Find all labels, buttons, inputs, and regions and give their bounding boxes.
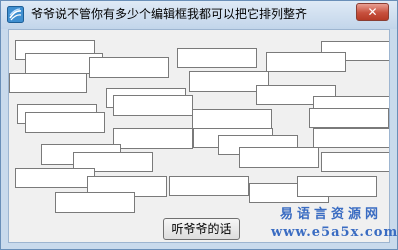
edit-box[interactable]	[313, 128, 389, 148]
edit-box[interactable]	[169, 176, 249, 196]
edit-box[interactable]	[297, 176, 377, 197]
edit-box[interactable]	[321, 152, 389, 172]
edit-box[interactable]	[113, 95, 193, 116]
edit-box[interactable]	[192, 109, 272, 129]
edit-box[interactable]	[309, 108, 389, 128]
main-window: 爷爷说不管你有多少个编辑框我都可以把它排列整齐 ✕ 听爷爷的话 易语言资源网 w…	[0, 0, 398, 250]
title-bar[interactable]: 爷爷说不管你有多少个编辑框我都可以把它排列整齐 ✕	[1, 1, 397, 29]
close-icon: ✕	[367, 5, 378, 19]
watermark-url: www.e5a5x.com	[271, 225, 398, 240]
edit-box[interactable]	[266, 52, 346, 72]
close-button[interactable]: ✕	[356, 3, 389, 21]
site-watermark: 易语言资源网 www.e5a5x.com	[271, 206, 398, 242]
edit-box[interactable]	[9, 73, 87, 93]
edit-box[interactable]	[177, 48, 257, 68]
edit-box[interactable]	[239, 147, 319, 168]
edit-box[interactable]	[89, 57, 169, 78]
window-title: 爷爷说不管你有多少个编辑框我都可以把它排列整齐	[31, 7, 308, 21]
obey-grandpa-button[interactable]: 听爷爷的话	[163, 218, 240, 240]
edit-box[interactable]	[15, 168, 95, 188]
edit-box[interactable]	[25, 112, 105, 133]
edit-box[interactable]	[55, 192, 135, 213]
watermark-name: 易语言资源网	[279, 207, 382, 222]
edit-box[interactable]	[113, 128, 193, 149]
app-icon	[7, 6, 24, 23]
